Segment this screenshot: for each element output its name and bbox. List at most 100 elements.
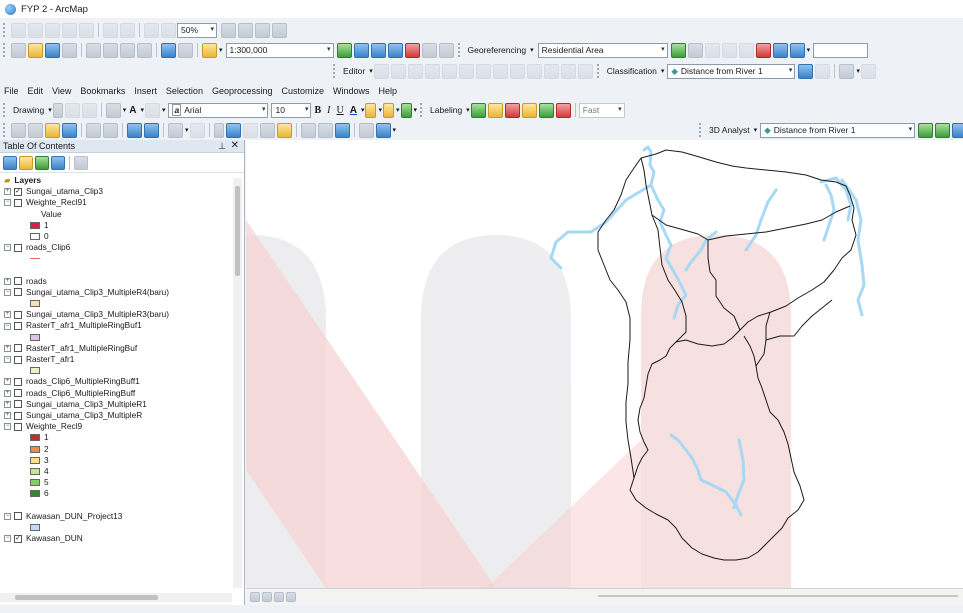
italic-button[interactable]: I (327, 105, 330, 116)
add-control-points-icon[interactable] (670, 42, 686, 58)
go-back-icon[interactable] (127, 122, 142, 138)
layer-name[interactable]: Sungai_utama_Clip3_MultipleR4(baru) (26, 287, 169, 298)
save-icon[interactable] (45, 42, 60, 58)
draft-mode-icon[interactable] (238, 22, 253, 38)
zoom-percent-combo[interactable]: 50% ▾ (177, 22, 217, 38)
legend-item[interactable] (0, 298, 232, 309)
menu-view[interactable]: View (52, 86, 71, 96)
label-manager-icon[interactable] (470, 102, 486, 118)
labeling-speed-combo[interactable]: Fast ▾ (578, 102, 625, 118)
pause-drawing-icon[interactable] (286, 592, 296, 602)
legend-item[interactable]: 1 (0, 220, 232, 231)
full-extent-icon[interactable] (62, 22, 77, 38)
edit-vertices-draw-icon[interactable] (144, 102, 160, 118)
refresh-view-icon[interactable] (274, 592, 284, 602)
label-priority-icon[interactable] (487, 102, 503, 118)
toc-horizontal-scrollbar[interactable] (0, 593, 232, 602)
editor-toolbar-icon[interactable] (336, 42, 352, 58)
legend-swatch[interactable] (30, 467, 40, 475)
collapse-icon[interactable]: − (4, 356, 11, 364)
legend-swatch[interactable] (30, 333, 40, 341)
expand-icon[interactable]: + (4, 188, 11, 196)
page-pan-icon[interactable] (161, 22, 176, 38)
menu-file[interactable]: File (4, 86, 19, 96)
rectangle-tool-icon[interactable] (105, 102, 121, 118)
layer-visibility-checkbox[interactable]: ✓ (14, 534, 22, 543)
zoom-out-icon[interactable] (28, 122, 43, 138)
menu-bookmarks[interactable]: Bookmarks (80, 86, 125, 96)
layer-visibility-checkbox[interactable] (14, 310, 22, 319)
list-by-visibility-icon[interactable] (35, 155, 49, 170)
collapse-icon[interactable]: − (4, 199, 11, 207)
collapse-icon[interactable]: − (4, 535, 11, 543)
expand-icon[interactable]: + (4, 389, 11, 397)
legend-item[interactable] (0, 365, 232, 376)
labeling-menu[interactable]: Labeling (430, 105, 462, 115)
layer-visibility-checkbox[interactable] (14, 512, 22, 521)
layer-name[interactable]: RasterT_afr1 (26, 354, 74, 365)
layer-name[interactable]: roads_Clip6_MultipleRingBuff (26, 388, 135, 399)
3d-analyst-menu[interactable]: 3D Analyst (709, 125, 750, 135)
measure-icon[interactable] (276, 122, 292, 138)
toc-vertical-scrollbar[interactable] (233, 178, 242, 588)
legend-item[interactable]: 3 (0, 455, 232, 466)
forward-extent-icon[interactable] (120, 22, 135, 38)
menu-selection[interactable]: Selection (166, 86, 203, 96)
training-manager-icon[interactable] (815, 63, 831, 79)
layer-row[interactable]: + roads (0, 276, 232, 287)
map-canvas[interactable] (246, 140, 963, 588)
search-window-icon[interactable] (387, 42, 403, 58)
fixed-zoom-icon[interactable] (79, 22, 94, 38)
go-forward-icon[interactable] (144, 122, 159, 138)
line-color-icon[interactable] (383, 102, 394, 118)
cut-polygon-icon[interactable] (492, 63, 508, 79)
data-view-icon[interactable] (250, 592, 260, 602)
rotate-element-icon[interactable] (64, 102, 80, 118)
classification-menu[interactable]: Classification (607, 66, 657, 76)
training-sample-icon[interactable] (798, 63, 814, 79)
html-popup-icon[interactable] (259, 122, 275, 138)
layer-name[interactable]: RasterT_afr1_MultipleRingBuf (26, 343, 137, 354)
arctoolbox-icon[interactable] (404, 42, 420, 58)
classify-icon[interactable] (860, 63, 876, 79)
collapse-icon[interactable]: − (4, 322, 11, 330)
pan-icon[interactable] (45, 122, 60, 138)
menu-customize[interactable]: Customize (282, 86, 325, 96)
layer-row[interactable]: − Weighte_Recl9 (0, 421, 232, 432)
select-features-icon[interactable] (168, 122, 183, 138)
layer-name[interactable]: Weighte_Recl91 (26, 197, 87, 208)
pan-icon[interactable] (45, 22, 60, 38)
clear-selection-icon[interactable] (189, 122, 205, 138)
layer-row[interactable]: − ✓ Kawasan_DUN (0, 533, 232, 544)
toolbar-grip[interactable] (3, 23, 7, 37)
legend-item[interactable] (0, 332, 232, 343)
go-to-xy-icon[interactable] (334, 122, 350, 138)
legend-swatch[interactable] (30, 434, 40, 442)
identify-icon[interactable] (225, 122, 241, 138)
find-route-icon[interactable] (317, 122, 333, 138)
layer-name[interactable]: Kawasan_DUN (26, 533, 83, 544)
contour-icon[interactable] (918, 122, 934, 138)
legend-item[interactable]: 6 (0, 488, 232, 499)
edit-tool-icon[interactable] (373, 63, 389, 79)
scale-icon[interactable] (721, 42, 737, 58)
layer-name[interactable]: Sungai_utama_Clip3_MultipleR3(baru) (26, 309, 169, 320)
legend-item[interactable]: 0 (0, 231, 232, 242)
collapse-icon[interactable]: − (4, 512, 11, 520)
layer-row[interactable]: + Sungai_utama_Clip3_MultipleR3(baru) (0, 309, 232, 320)
redo-icon[interactable] (178, 42, 193, 58)
expand-icon[interactable]: + (4, 277, 11, 285)
expand-icon[interactable]: + (4, 400, 11, 408)
3d-analyst-layer-combo[interactable]: ◆ Distance from River 1 ▾ (760, 122, 916, 138)
map-horizontal-scrollbar[interactable] (598, 595, 958, 597)
text-tool-icon[interactable]: A (129, 105, 136, 116)
toolbar-grip[interactable] (3, 43, 7, 57)
layer-visibility-checkbox[interactable] (14, 322, 22, 331)
model-builder-icon[interactable] (438, 42, 454, 58)
focus-frame-icon[interactable] (255, 22, 270, 38)
find-icon[interactable] (300, 122, 316, 138)
legend-item[interactable] (0, 522, 232, 533)
print-icon[interactable] (62, 42, 77, 58)
end-point-arc-icon[interactable] (424, 63, 440, 79)
layer-row[interactable]: − Sungai_utama_Clip3_MultipleR4(baru) (0, 287, 232, 298)
